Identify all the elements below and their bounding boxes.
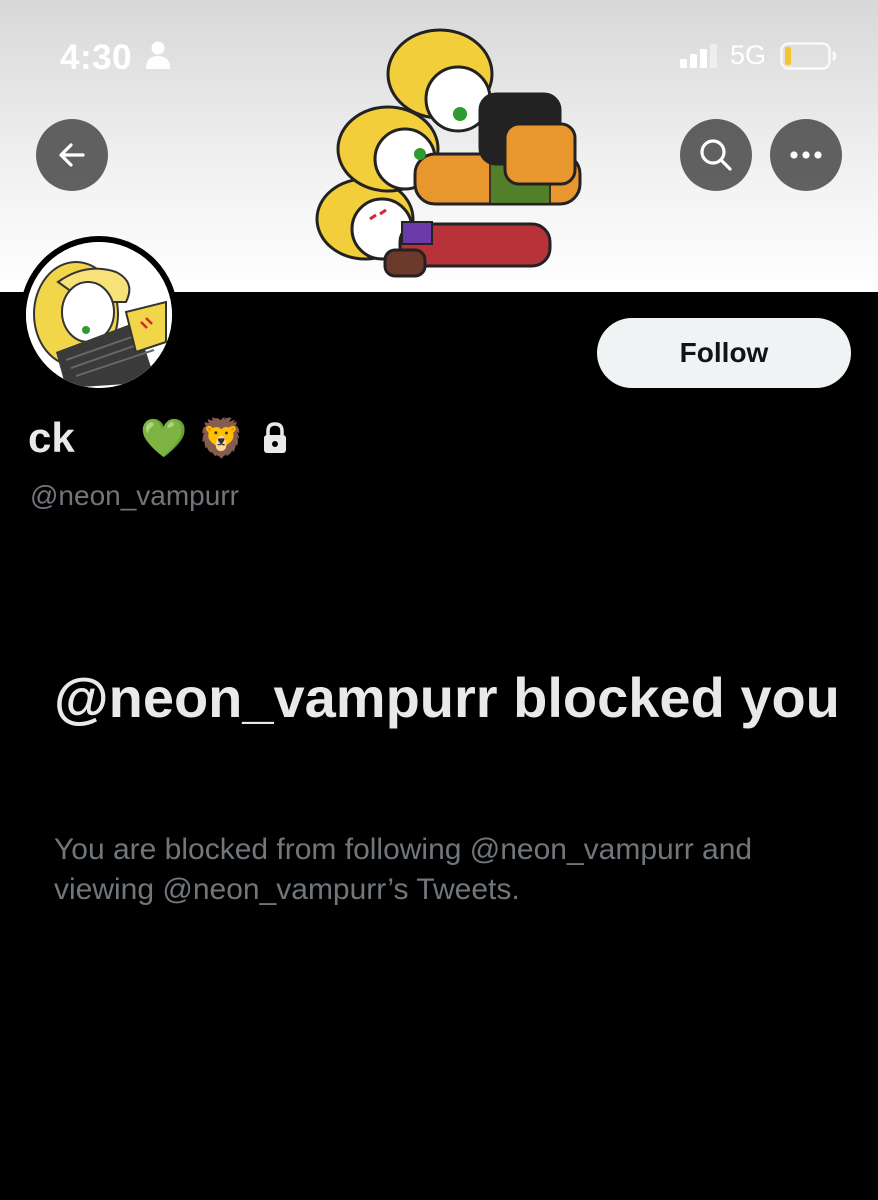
network-label: 5G [730,40,767,70]
search-button[interactable] [680,119,752,191]
display-name: ck [28,414,75,461]
more-options-button[interactable] [770,119,842,191]
lock-icon [264,422,286,453]
more-horizontal-icon [790,151,822,159]
person-icon [146,41,170,69]
profile-name-row: ck 🐱 💚 🦁 [28,414,289,462]
follow-button[interactable]: Follow [597,318,851,388]
avatar-image [26,242,172,388]
status-time: 4:30 [60,38,133,77]
cat-emoji: 🐱 [90,416,131,460]
back-button[interactable] [36,119,108,191]
signal-icon [680,44,717,68]
status-bar: 4:30 5G [0,0,878,112]
lion-emoji: 🦁 [197,416,245,460]
search-icon [700,139,732,171]
arrow-left-icon [59,143,85,167]
green-heart-emoji: 💚 [140,416,188,460]
blocked-description: You are blocked from following @neon_vam… [54,833,753,906]
blocked-title: @neon_vampurr blocked you [54,666,840,729]
profile-handle: @neon_vampurr [30,480,239,511]
avatar[interactable] [20,236,178,394]
battery-icon [780,42,837,70]
